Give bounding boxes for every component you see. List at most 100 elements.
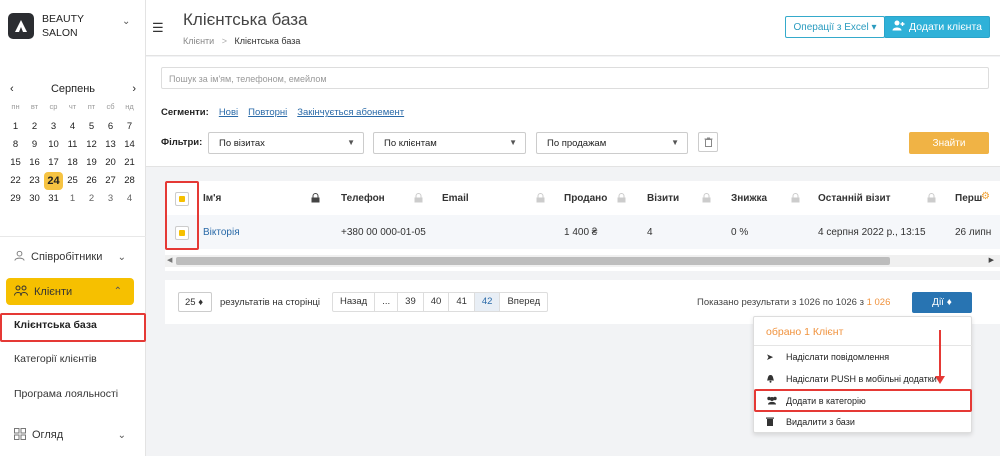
calendar-day[interactable]: 23 (25, 172, 44, 190)
pager-next[interactable]: Вперед (500, 293, 547, 311)
lock-icon[interactable] (702, 193, 711, 205)
filter-by-sales-select[interactable]: По продажам ▼ (536, 132, 688, 154)
calendar-day[interactable]: 13 (101, 136, 120, 154)
search-input[interactable]: Пошук за ім'ям, телефоном, емейлом (161, 67, 989, 89)
pager-prev[interactable]: Назад (333, 293, 376, 311)
sidebar-subitem-loyalty[interactable]: Програма лояльності (0, 388, 146, 400)
results-total: 1 026 (866, 297, 891, 308)
add-client-button[interactable]: Додати клієнта (884, 16, 990, 38)
calendar-day[interactable]: 18 (63, 154, 82, 172)
bell-icon (766, 373, 780, 385)
calendar-day[interactable]: 19 (82, 154, 101, 172)
calendar-day[interactable]: 29 (6, 190, 25, 208)
lock-icon[interactable] (617, 193, 626, 205)
calendar-prev-icon[interactable]: ‹ (10, 83, 14, 95)
menu-item-delete[interactable]: Видалити з бази (754, 412, 973, 432)
scrollbar-thumb[interactable] (176, 257, 890, 265)
scroll-left-icon[interactable]: ◀ (167, 255, 172, 267)
lock-icon[interactable] (414, 193, 423, 205)
calendar-day[interactable]: 3 (44, 118, 63, 136)
calendar-day[interactable]: 3 (101, 190, 120, 208)
weekday: пн (11, 102, 20, 111)
cell-phone: +380 00 000-01-05 (341, 227, 426, 238)
calendar-day[interactable]: 16 (25, 154, 44, 172)
pager-ellipsis[interactable]: ... (375, 293, 399, 311)
per-page-select[interactable]: 25 ♦ (178, 292, 212, 312)
brand-chevron-down-icon[interactable]: ⌄ (122, 16, 130, 27)
lock-icon[interactable] (536, 193, 545, 205)
calendar-day[interactable]: 9 (25, 136, 44, 154)
col-header-first-visit[interactable]: Перш (955, 193, 982, 204)
calendar-day[interactable]: 30 (25, 190, 44, 208)
find-button[interactable]: Знайти (909, 132, 989, 154)
sidebar-subitem-client-categories[interactable]: Категорії клієнтів (0, 353, 146, 365)
cell-name[interactable]: Вікторія (203, 227, 240, 238)
calendar-day[interactable]: 31 (44, 190, 63, 208)
calendar-day-today[interactable]: 24 (44, 172, 63, 190)
col-header-phone[interactable]: Телефон (341, 193, 385, 204)
lock-icon[interactable] (311, 193, 320, 205)
lock-icon[interactable] (927, 193, 936, 205)
calendar-day[interactable]: 17 (44, 154, 63, 172)
calendar-day[interactable]: 26 (82, 172, 101, 190)
calendar-day[interactable]: 28 (120, 172, 139, 190)
sidebar-item-clients[interactable]: Клієнти ⌃ (6, 278, 134, 305)
calendar-day[interactable]: 2 (25, 118, 44, 136)
calendar-day[interactable]: 27 (101, 172, 120, 190)
actions-button[interactable]: Дії ♦ (912, 292, 972, 313)
lock-icon[interactable] (791, 193, 800, 205)
segment-repeat[interactable]: Повторні (248, 107, 287, 118)
col-header-last-visit[interactable]: Останній візит (818, 193, 891, 204)
scroll-right-icon[interactable]: ▶ (989, 255, 994, 267)
calendar-day[interactable]: 15 (6, 154, 25, 172)
segment-new[interactable]: Нові (219, 107, 238, 118)
calendar-day[interactable]: 25 (63, 172, 82, 190)
clear-filters-trash-icon[interactable] (698, 132, 718, 152)
brand-logo-icon (8, 13, 34, 39)
calendar-day[interactable]: 8 (6, 136, 25, 154)
calendar-day[interactable]: 21 (120, 154, 139, 172)
calendar-day[interactable]: 22 (6, 172, 25, 190)
calendar-day[interactable]: 12 (82, 136, 101, 154)
calendar-day[interactable]: 1 (63, 190, 82, 208)
segment-subscription-ending[interactable]: Закінчується абонемент (297, 107, 404, 118)
pager-page[interactable]: 40 (424, 293, 450, 311)
chevron-down-icon: ⌄ (117, 251, 126, 263)
calendar-day[interactable]: 4 (120, 190, 139, 208)
select-value: По продажам (547, 138, 607, 149)
sidebar-item-overview[interactable]: Огляд ⌄ (0, 420, 146, 450)
pager-page[interactable]: 39 (398, 293, 424, 311)
weekday: чт (68, 102, 77, 111)
table-settings-gear-icon[interactable]: ⚙ (981, 191, 990, 202)
calendar-day[interactable]: 4 (63, 118, 82, 136)
col-header-discount[interactable]: Знижка (731, 193, 767, 204)
clients-table: Ім'я Телефон Email Продано Візити Знижка… (165, 181, 1000, 271)
excel-operations-button[interactable]: Операції з Excel ▾ (785, 16, 885, 38)
col-header-sold[interactable]: Продано (564, 193, 607, 204)
col-header-name[interactable]: Ім'я (203, 193, 221, 204)
calendar-day[interactable]: 14 (120, 136, 139, 154)
pager-page[interactable]: 41 (449, 293, 475, 311)
highlight-client-base (0, 313, 146, 342)
sidebar-item-staff[interactable]: Співробітники ⌄ (0, 242, 146, 272)
brand[interactable]: BEAUTY SALON (8, 12, 102, 40)
calendar-day[interactable]: 6 (101, 118, 120, 136)
calendar-day[interactable]: 2 (82, 190, 101, 208)
calendar-day[interactable]: 10 (44, 136, 63, 154)
calendar-day[interactable]: 1 (6, 118, 25, 136)
col-header-visits[interactable]: Візити (647, 193, 679, 204)
header: ☰ Клієнтська база Клієнти > Клієнтська б… (146, 0, 1000, 56)
col-header-email[interactable]: Email (442, 193, 469, 204)
breadcrumb-root[interactable]: Клієнти (183, 36, 214, 46)
user-plus-icon (892, 20, 905, 34)
filter-by-visits-select[interactable]: По візитах ▼ (208, 132, 364, 154)
pager-page-current[interactable]: 42 (474, 293, 501, 311)
calendar-day[interactable]: 7 (120, 118, 139, 136)
calendar-next-icon[interactable]: › (132, 83, 136, 95)
menu-toggle-icon[interactable]: ☰ (152, 20, 164, 36)
horizontal-scrollbar[interactable]: ◀ ▶ (165, 255, 1000, 267)
filter-by-clients-select[interactable]: По клієнтам ▼ (373, 132, 526, 154)
calendar-day[interactable]: 5 (82, 118, 101, 136)
calendar-day[interactable]: 20 (101, 154, 120, 172)
calendar-day[interactable]: 11 (63, 136, 82, 154)
